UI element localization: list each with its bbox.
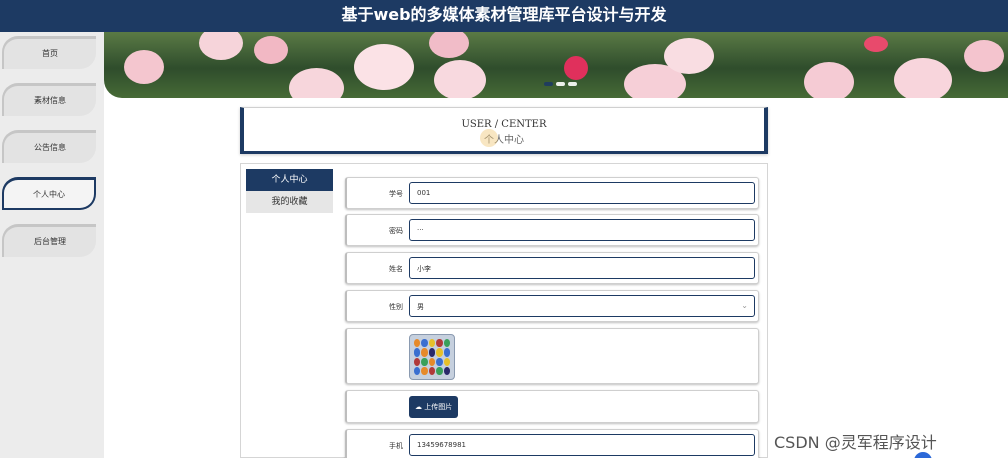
sidebar-item-label: 公告信息 — [34, 143, 66, 152]
personal-center-panel: 个人中心 我的收藏 学号 001 密码 ··· 姓名 小李 性别 男 ⌄ ☁ 上… — [240, 163, 768, 458]
avatar-tile — [436, 357, 443, 366]
sidebar-item-admin[interactable]: 后台管理 — [2, 224, 96, 257]
flower-image — [429, 32, 469, 58]
cursor-highlight — [480, 129, 498, 147]
chevron-down-icon: ⌄ — [741, 301, 748, 310]
app-title-bar: 基于web的多媒体素材管理库平台设计与开发 — [0, 0, 1008, 32]
flower-image — [564, 56, 588, 80]
avatar-tile — [428, 339, 436, 348]
gender-select[interactable]: 男 ⌄ — [409, 295, 755, 317]
sidebar-item-label: 后台管理 — [34, 237, 66, 246]
avatar-tile — [436, 366, 443, 375]
avatar-tile — [421, 357, 428, 366]
tab-list: 个人中心 我的收藏 — [246, 169, 333, 213]
password-field[interactable]: ··· — [409, 219, 755, 241]
form-row-phone: 手机 13459678981 — [345, 429, 759, 458]
student-id-label: 学号 — [389, 190, 403, 198]
flower-image — [864, 36, 888, 52]
name-label: 姓名 — [389, 265, 403, 273]
avatar-tile — [428, 357, 436, 366]
upload-image-label: 上传图片 — [424, 403, 453, 411]
tab-personal-center[interactable]: 个人中心 — [246, 169, 333, 191]
carousel-dot[interactable] — [556, 82, 565, 86]
form-row-gender: 性别 男 ⌄ — [345, 290, 759, 322]
gender-label: 性别 — [389, 303, 403, 311]
avatar-tile — [443, 339, 450, 348]
phone-field[interactable]: 13459678981 — [409, 434, 755, 456]
phone-label: 手机 — [389, 442, 403, 450]
flower-image — [964, 40, 1004, 72]
avatar-tile — [421, 348, 428, 357]
carousel-indicators — [544, 82, 577, 86]
avatar-tile — [436, 348, 443, 357]
avatar-tile — [443, 357, 450, 366]
sidebar-item-label: 个人中心 — [33, 190, 65, 199]
sidebar: 首页 素材信息 公告信息 个人中心 后台管理 — [0, 32, 104, 458]
flower-image — [289, 68, 344, 98]
student-id-field[interactable]: 001 — [409, 182, 755, 204]
form-row-student-id: 学号 001 — [345, 177, 759, 209]
flower-image — [354, 44, 414, 90]
flower-image — [664, 38, 714, 74]
carousel-dot[interactable] — [568, 82, 577, 86]
gender-select-value: 男 — [417, 303, 424, 311]
avatar-tile — [414, 366, 421, 375]
app-title: 基于web的多媒体素材管理库平台设计与开发 — [341, 5, 667, 24]
flower-image — [894, 58, 952, 98]
tab-my-favorites[interactable]: 我的收藏 — [246, 191, 333, 213]
form-row-upload: ☁ 上传图片 — [345, 390, 759, 423]
name-field[interactable]: 小李 — [409, 257, 755, 279]
password-label: 密码 — [389, 227, 403, 235]
flower-image — [199, 32, 243, 60]
section-title-zh: 个人中心 — [484, 135, 524, 146]
flower-image — [254, 36, 288, 64]
banner-carousel[interactable] — [104, 32, 1008, 98]
sidebar-item-materials[interactable]: 素材信息 — [2, 83, 96, 116]
sidebar-item-label: 首页 — [42, 49, 58, 58]
avatar-tile — [414, 348, 421, 357]
section-header: USER / CENTER 个人中心 — [240, 107, 768, 154]
avatar-tile — [436, 339, 443, 348]
avatar-tile — [421, 339, 428, 348]
form-row-avatar — [345, 328, 759, 384]
avatar[interactable] — [409, 334, 455, 380]
carousel-dot[interactable] — [544, 82, 553, 86]
avatar-tile — [428, 348, 436, 357]
avatar-tile — [428, 366, 436, 375]
sidebar-item-announcements[interactable]: 公告信息 — [2, 130, 96, 163]
avatar-tile — [414, 357, 421, 366]
flower-image — [124, 50, 164, 84]
sidebar-item-home[interactable]: 首页 — [2, 36, 96, 69]
sidebar-item-personal-center[interactable]: 个人中心 — [2, 177, 96, 210]
form-row-password: 密码 ··· — [345, 214, 759, 246]
avatar-tile — [414, 339, 421, 348]
csdn-watermark: CSDN @灵军程序设计 — [774, 433, 937, 452]
flower-image — [434, 60, 486, 98]
section-title-en: USER / CENTER — [461, 119, 547, 130]
avatar-tile — [421, 366, 428, 375]
form-row-name: 姓名 小李 — [345, 252, 759, 284]
sidebar-item-label: 素材信息 — [34, 96, 66, 105]
flower-image — [804, 62, 854, 98]
avatar-tile — [443, 348, 450, 357]
cloud-upload-icon: ☁ — [415, 403, 422, 411]
avatar-tile — [443, 366, 450, 375]
upload-image-button[interactable]: ☁ 上传图片 — [409, 396, 459, 418]
